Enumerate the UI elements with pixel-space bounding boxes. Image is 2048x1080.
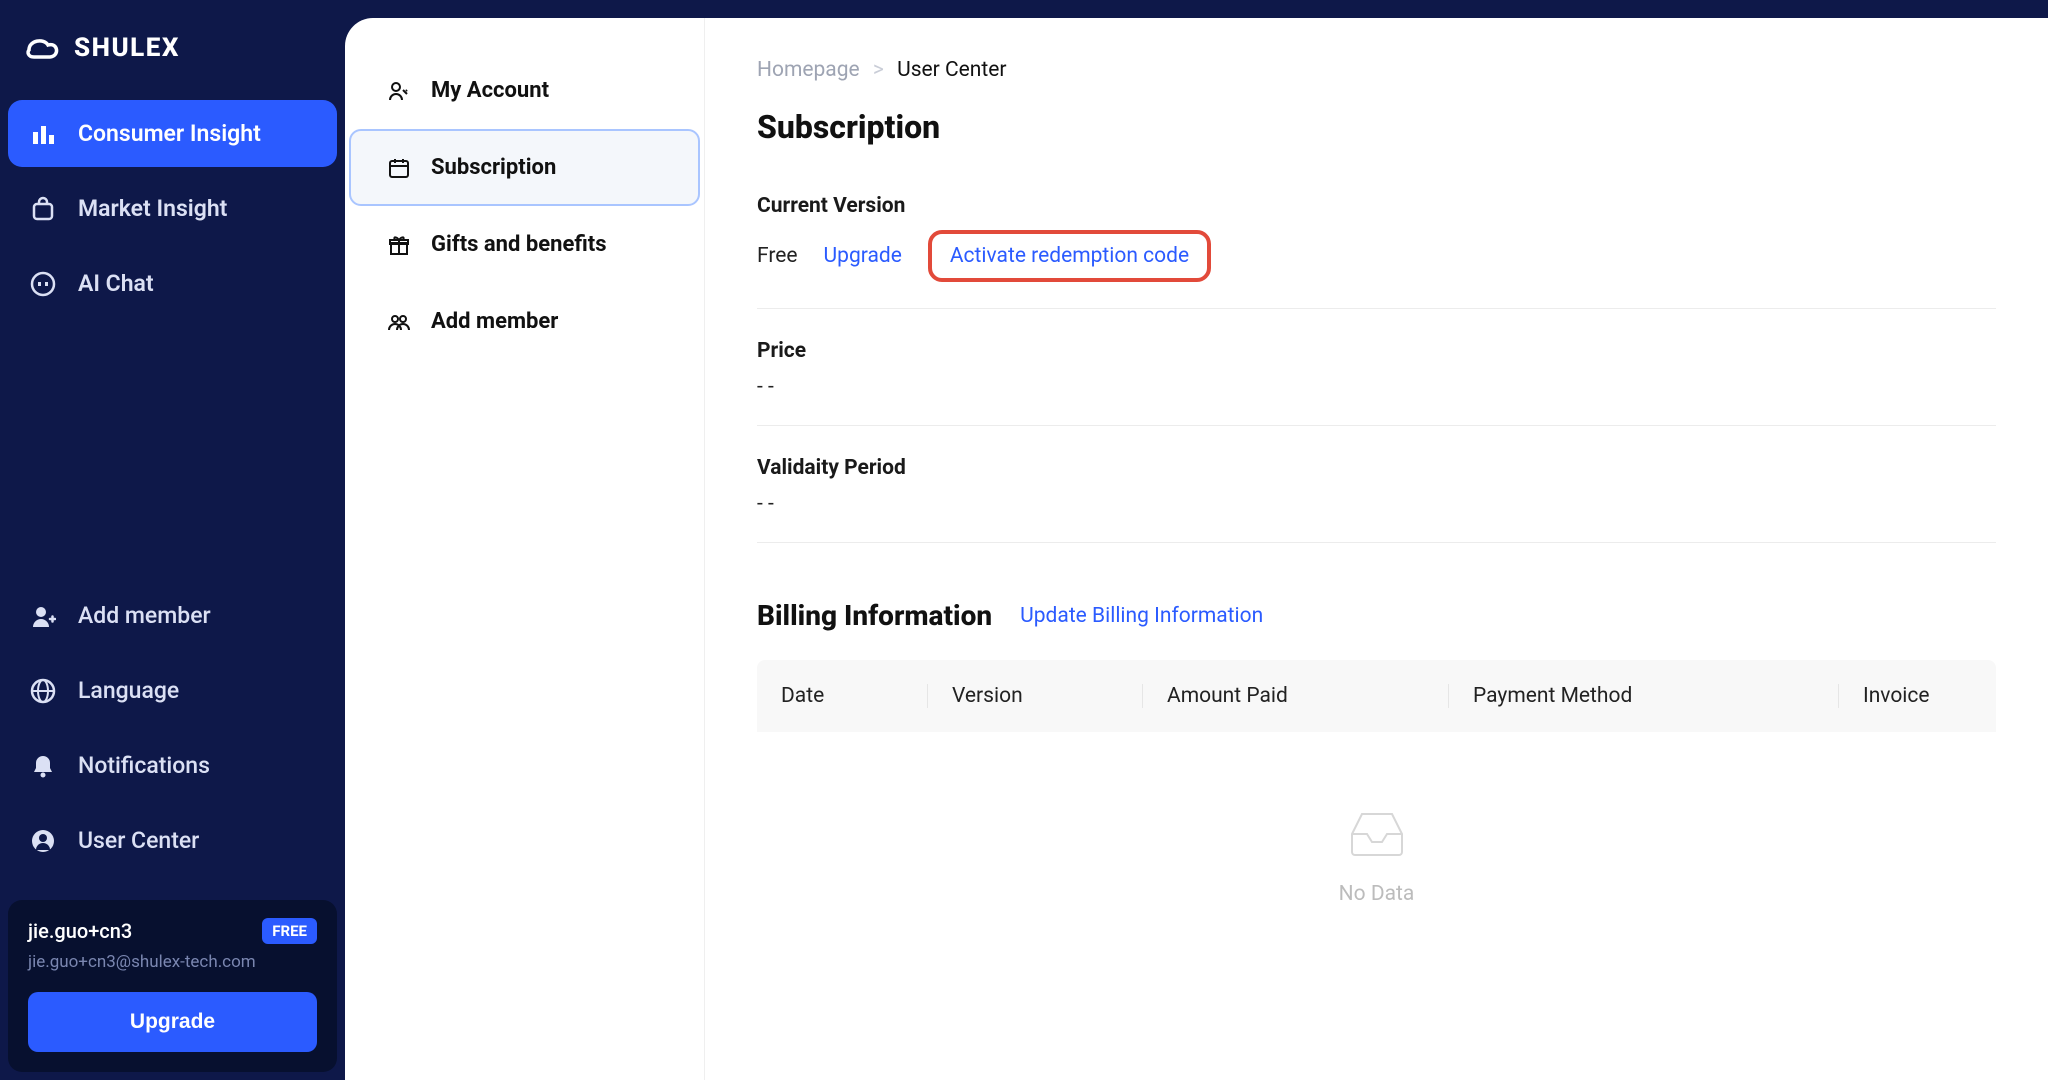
breadcrumb-sep: > (873, 58, 884, 82)
bag-icon (30, 196, 56, 222)
nav-label: Consumer Insight (78, 120, 261, 147)
current-version-value: Free (757, 244, 798, 268)
breadcrumb-home[interactable]: Homepage (757, 58, 860, 82)
nav-label: Add member (78, 602, 211, 629)
nav-language[interactable]: Language (8, 657, 337, 724)
user-edit-icon (387, 79, 411, 103)
user-circle-icon (30, 828, 56, 854)
subnav-label: My Account (431, 78, 549, 103)
main-panel: Homepage > User Center Subscription Curr… (705, 18, 2048, 1080)
users-icon (387, 310, 411, 334)
billing-table-head: Date Version Amount Paid Payment Method … (757, 660, 1996, 732)
logo-icon (24, 30, 60, 66)
price-label: Price (757, 339, 1996, 363)
subnav-my-account[interactable]: My Account (345, 52, 704, 129)
price-section: Price - - (757, 339, 1996, 426)
plan-badge: FREE (262, 918, 317, 944)
price-value: - - (757, 375, 1996, 399)
nav-top: Consumer Insight Market Insight AI Chat (0, 100, 345, 325)
nav-market-insight[interactable]: Market Insight (8, 175, 337, 242)
nav-ai-chat[interactable]: AI Chat (8, 250, 337, 317)
subnav-add-member[interactable]: Add member (345, 283, 704, 360)
subnav-gifts[interactable]: Gifts and benefits (345, 206, 704, 283)
chat-icon (30, 271, 56, 297)
brand-logo: SHULEX (0, 30, 345, 100)
bar-chart-icon (30, 121, 56, 147)
billing-title: Billing Information (757, 599, 992, 632)
secondary-sidebar: My Account Subscription Gifts and benefi… (345, 18, 705, 1080)
subnav-label: Subscription (431, 155, 556, 180)
nav-label: Language (78, 677, 179, 704)
upgrade-button[interactable]: Upgrade (28, 992, 317, 1052)
validity-value: - - (757, 492, 1996, 516)
empty-text: No Data (1339, 882, 1415, 906)
billing-header: Billing Information Update Billing Infor… (757, 599, 1996, 632)
th-invoice: Invoice (1838, 684, 1996, 708)
nav-label: User Center (78, 827, 199, 854)
nav-notifications[interactable]: Notifications (8, 732, 337, 799)
breadcrumb-current: User Center (897, 58, 1006, 82)
current-version-label: Current Version (757, 194, 1996, 218)
th-payment: Payment Method (1448, 684, 1838, 708)
nav-label: Market Insight (78, 195, 227, 222)
current-version-section: Current Version Free Upgrade Activate re… (757, 194, 1996, 309)
upgrade-link[interactable]: Upgrade (824, 244, 902, 268)
update-billing-link[interactable]: Update Billing Information (1020, 604, 1263, 628)
user-email: jie.guo+cn3@shulex-tech.com (28, 952, 317, 972)
breadcrumb: Homepage > User Center (757, 58, 1996, 82)
subnav-label: Add member (431, 309, 558, 334)
activate-code-highlight: Activate redemption code (928, 230, 1211, 282)
subnav-subscription[interactable]: Subscription (349, 129, 700, 206)
th-version: Version (927, 684, 1142, 708)
nav-user-center[interactable]: User Center (8, 807, 337, 874)
calendar-icon (387, 156, 411, 180)
brand-name: SHULEX (74, 33, 180, 63)
nav-label: Notifications (78, 752, 210, 779)
nav-add-member[interactable]: Add member (8, 582, 337, 649)
nav-label: AI Chat (78, 270, 154, 297)
nav-bottom: Add member Language Notifications User C… (0, 582, 345, 892)
th-date: Date (757, 684, 927, 708)
primary-sidebar: SHULEX Consumer Insight Market Insight A… (0, 0, 345, 1080)
nav-consumer-insight[interactable]: Consumer Insight (8, 100, 337, 167)
gift-icon (387, 233, 411, 257)
activate-code-link[interactable]: Activate redemption code (950, 244, 1189, 268)
user-card: jie.guo+cn3 FREE jie.guo+cn3@shulex-tech… (8, 900, 337, 1072)
bell-icon (30, 753, 56, 779)
subnav-label: Gifts and benefits (431, 232, 607, 257)
inbox-icon (1342, 804, 1412, 860)
globe-icon (30, 678, 56, 704)
table-empty-state: No Data (757, 732, 1996, 978)
page-title: Subscription (757, 108, 1996, 146)
validity-label: Validaity Period (757, 456, 1996, 480)
user-name: jie.guo+cn3 (28, 919, 132, 943)
validity-section: Validaity Period - - (757, 456, 1996, 543)
th-amount: Amount Paid (1142, 684, 1448, 708)
user-plus-icon (30, 603, 56, 629)
